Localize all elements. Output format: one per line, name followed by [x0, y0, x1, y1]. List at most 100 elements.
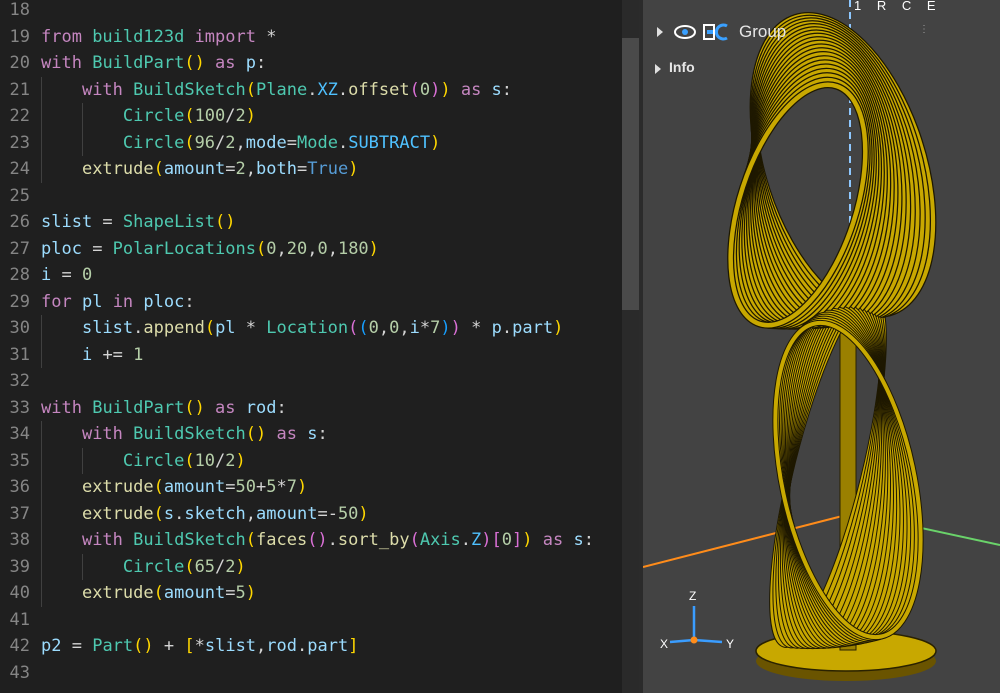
- code-line[interactable]: 42 p2 = Part() + [*slist,rod.part]: [0, 633, 622, 659]
- code-line[interactable]: 40 extrude(amount=5): [0, 580, 622, 606]
- code-token: ,: [399, 318, 410, 338]
- group-label[interactable]: Group: [739, 22, 786, 42]
- code-line[interactable]: 38 with BuildSketch(faces().sort_by(Axis…: [0, 527, 622, 553]
- code-line[interactable]: 24 extrude(amount=2,both=True): [0, 156, 622, 182]
- code-token: from: [41, 26, 82, 47]
- expand-caret-icon[interactable]: [657, 27, 663, 37]
- code-token: mode: [245, 132, 287, 153]
- code-token: Location: [266, 318, 349, 338]
- line-number: 27: [9, 238, 30, 259]
- info-label[interactable]: Info: [669, 59, 695, 75]
- code-line[interactable]: 26 slist = ShapeList(): [0, 209, 622, 235]
- code-token: 2: [225, 450, 236, 471]
- code-token: ,: [276, 238, 287, 259]
- code-token: with: [41, 53, 82, 73]
- cad-viewer[interactable]: 1 R C E Z Y X Group ⋮ Info: [643, 0, 1000, 693]
- code-token: ): [297, 477, 308, 497]
- code-line[interactable]: 35 Circle(10/2): [0, 448, 622, 474]
- line-number: 38: [9, 530, 30, 550]
- code-token: as: [532, 530, 574, 550]
- code-token: .: [307, 79, 318, 100]
- code-token: import: [194, 26, 256, 47]
- code-token: 0: [81, 265, 93, 285]
- code-token: ,: [378, 318, 390, 338]
- code-token: rod: [266, 636, 298, 656]
- code-token: with: [81, 79, 123, 100]
- code-token: Circle: [122, 450, 185, 471]
- code-token: ,: [235, 132, 246, 153]
- code-line[interactable]: 33 with BuildPart() as rod:: [0, 395, 622, 421]
- code-token: .: [337, 79, 349, 100]
- code-token: 1: [133, 344, 144, 365]
- scrollbar-thumb[interactable]: [622, 38, 639, 310]
- view-labels[interactable]: 1 R C E: [854, 0, 942, 13]
- line-number: 31: [9, 344, 30, 365]
- tree-item-group[interactable]: Group ⋮: [655, 20, 995, 44]
- code-line[interactable]: 29 for pl in ploc:: [0, 289, 622, 315]
- code-line[interactable]: 39 Circle(65/2): [0, 554, 622, 580]
- line-number: 42: [9, 636, 30, 656]
- code-text: from build123d import *: [41, 24, 276, 50]
- line-number: 25: [9, 185, 30, 206]
- code-text: slist = ShapeList(): [41, 209, 236, 235]
- code-token: 0: [266, 238, 277, 259]
- code-token: True: [307, 159, 349, 179]
- expand-caret-icon[interactable]: [655, 64, 661, 74]
- shape-mode-icon[interactable]: [703, 23, 729, 41]
- code-line[interactable]: 21 with BuildSketch(Plane.XZ.offset(0)) …: [0, 77, 622, 103]
- code-line[interactable]: 32: [0, 368, 622, 394]
- code-line[interactable]: 25: [0, 183, 622, 209]
- code-line[interactable]: 18: [0, 0, 622, 23]
- code-token: =: [51, 265, 82, 285]
- code-token: ShapeList: [122, 212, 216, 232]
- code-token: s: [307, 424, 318, 444]
- code-token: append: [143, 318, 205, 338]
- code-line[interactable]: 37 extrude(s.sketch,amount=-50): [0, 501, 622, 527]
- code-token: with: [81, 530, 123, 550]
- tree-item-info[interactable]: Info: [655, 58, 775, 80]
- code-text: with BuildSketch(Plane.XZ.offset(0)) as …: [41, 77, 512, 103]
- editor-scrollbar[interactable]: [622, 0, 639, 693]
- code-line[interactable]: 22 Circle(100/2): [0, 103, 622, 129]
- code-token: XZ: [317, 79, 338, 100]
- code-token: (: [409, 530, 420, 550]
- code-token: part: [512, 318, 554, 338]
- code-text: extrude(amount=5): [41, 580, 256, 606]
- code-line[interactable]: 43: [0, 660, 622, 686]
- code-line[interactable]: 23 Circle(96/2,mode=Mode.SUBTRACT): [0, 130, 622, 156]
- code-token: p2: [41, 636, 62, 656]
- code-line[interactable]: 27 ploc = PolarLocations(0,20,0,180): [0, 236, 622, 262]
- code-token: 5: [235, 583, 246, 603]
- code-token: for: [41, 291, 72, 312]
- code-line[interactable]: 31 i += 1: [0, 342, 622, 368]
- line-number: 26: [9, 212, 30, 232]
- viewport-canvas[interactable]: 1 R C E Z Y X: [643, 0, 1000, 693]
- triad-x-axis: [669, 638, 695, 644]
- code-line[interactable]: 28 i = 0: [0, 262, 622, 288]
- code-token: (: [245, 530, 256, 550]
- code-editor[interactable]: 18 19 from build123d import * 20 with BuildP…: [0, 0, 622, 693]
- code-line[interactable]: 19 from build123d import *: [0, 24, 622, 50]
- drag-handle-icon[interactable]: ⋮: [919, 24, 929, 35]
- code-line[interactable]: 30 slist.append(pl * Location((0,0,i*7))…: [0, 315, 622, 341]
- code-token: as: [204, 397, 246, 418]
- code-token: 0: [389, 318, 400, 338]
- code-token: (: [204, 318, 216, 338]
- code-token: +: [153, 636, 185, 656]
- line-number: 43: [9, 662, 30, 683]
- code-line[interactable]: 34 with BuildSketch() as s:: [0, 421, 622, 447]
- line-number: 35: [9, 450, 30, 471]
- code-line[interactable]: 20 with BuildPart() as p:: [0, 50, 622, 76]
- code-token: (: [184, 132, 195, 153]
- indent-guide: [81, 553, 83, 580]
- code-token: (): [184, 53, 205, 73]
- code-token: (): [184, 397, 205, 418]
- code-line[interactable]: 36 extrude(amount=50+5*7): [0, 474, 622, 500]
- code-token: :: [256, 53, 267, 73]
- code-text: i = 0: [41, 262, 92, 288]
- eye-icon[interactable]: [673, 23, 697, 41]
- code-line[interactable]: 41: [0, 607, 622, 633]
